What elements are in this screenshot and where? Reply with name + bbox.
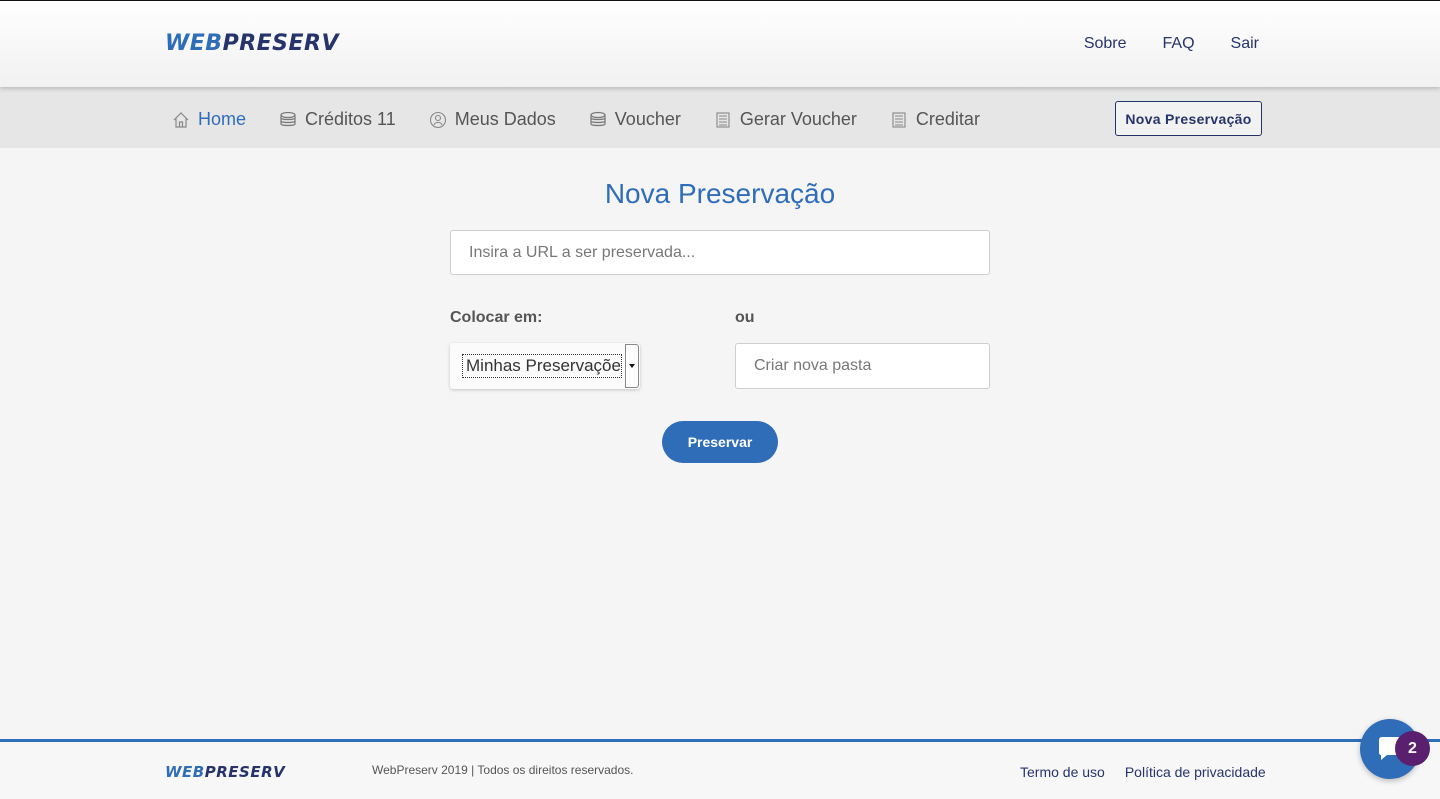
logo-web: WEB [165,31,223,56]
chat-notification-badge: 2 [1395,731,1430,766]
nav-item-creditos[interactable]: Créditos 11 [279,109,396,130]
link-politica-privacidade[interactable]: Política de privacidade [1125,764,1266,780]
register-icon [890,111,908,129]
url-input[interactable] [450,230,990,275]
coins-icon [279,111,297,129]
preservar-button[interactable]: Preservar [662,421,778,463]
folder-select[interactable]: Minhas Preservações [450,343,640,389]
logo-preserv: PRESERV [222,31,340,56]
nova-preservacao-button[interactable]: Nova Preservação [1115,101,1262,136]
folder-select-value: Minhas Preservações [462,354,622,378]
nav-label-voucher: Voucher [614,109,681,129]
chevron-down-icon[interactable] [625,344,639,388]
or-label: ou [735,309,755,326]
top-links: Sobre FAQ Sair [1084,35,1259,53]
footer-logo[interactable]: WEBPRESERV [165,763,285,781]
nav-label-home: Home [198,109,247,129]
new-folder-input[interactable] [735,343,990,389]
footer-links: Termo de uso Política de privacidade [1020,764,1266,780]
nav-label-creditos: Créditos 11 [305,109,396,129]
nav-label-meus-dados: Meus Dados [454,109,556,129]
copyright-text: WebPreserv 2019 | Todos os direitos rese… [372,763,634,777]
logo[interactable]: WEBPRESERV [165,31,339,56]
place-label: Colocar em: [450,309,543,326]
home-icon [172,111,190,129]
page-title: Nova Preservação [604,178,836,209]
footer-logo-preserv: PRESERV [204,763,286,781]
register-icon [714,111,732,129]
link-faq[interactable]: FAQ [1163,35,1195,53]
top-header: WEBPRESERV Sobre FAQ Sair [0,0,1440,87]
nav-item-meus-dados[interactable]: Meus Dados [429,109,556,130]
nav-item-creditar[interactable]: Creditar [890,109,980,130]
link-termo-de-uso[interactable]: Termo de uso [1020,764,1105,780]
user-icon [429,111,447,129]
link-sair[interactable]: Sair [1231,35,1259,53]
footer: WEBPRESERV WebPreserv 2019 | Todos os di… [0,739,1440,799]
nav-label-gerar-voucher: Gerar Voucher [739,109,857,129]
nav-items: Home Créditos 11 Meus Dados Voucher Gera… [172,109,1013,130]
nav-bar: Home Créditos 11 Meus Dados Voucher Gera… [0,87,1440,148]
nav-item-voucher[interactable]: Voucher [589,109,681,130]
nav-item-home[interactable]: Home [172,109,246,130]
nav-label-creditar: Creditar [915,109,980,129]
nav-item-gerar-voucher[interactable]: Gerar Voucher [714,109,857,130]
coins-icon [589,111,607,129]
link-sobre[interactable]: Sobre [1084,35,1127,53]
footer-logo-web: WEB [165,763,205,781]
